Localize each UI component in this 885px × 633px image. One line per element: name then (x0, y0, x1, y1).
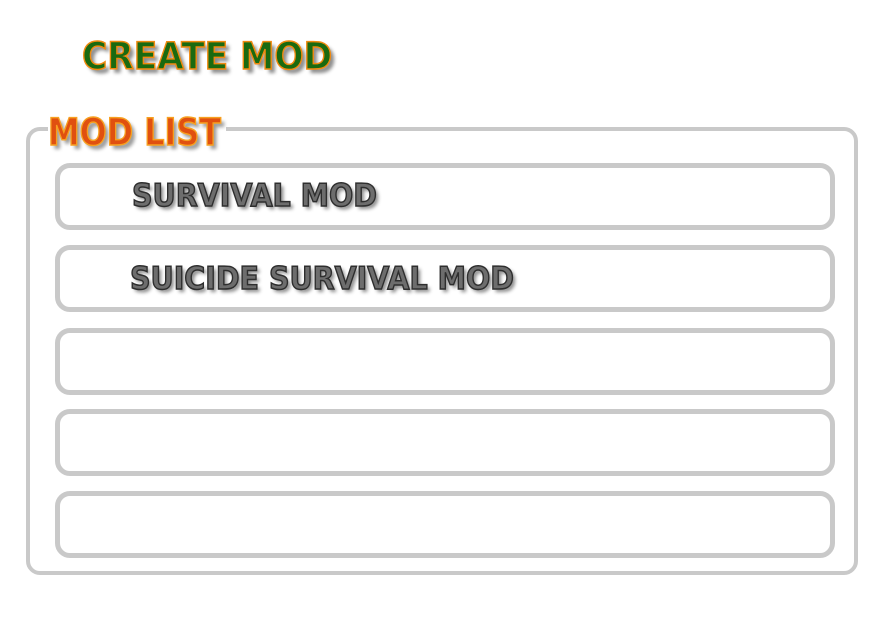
mod-slot-1[interactable]: SURVIVAL MOD (55, 163, 835, 230)
create-mod-button[interactable]: CREATE MOD (81, 34, 333, 80)
mod-slot-label: SUICIDE SURVIVAL MOD (129, 260, 514, 298)
mod-slot-5[interactable] (55, 491, 835, 558)
mod-slot-4[interactable] (55, 409, 835, 476)
mod-slot-2[interactable]: SUICIDE SURVIVAL MOD (55, 245, 835, 312)
mod-list-title: MOD LIST (47, 110, 227, 156)
mod-slot-3[interactable] (55, 328, 835, 395)
mod-slot-label: SURVIVAL MOD (131, 177, 377, 215)
